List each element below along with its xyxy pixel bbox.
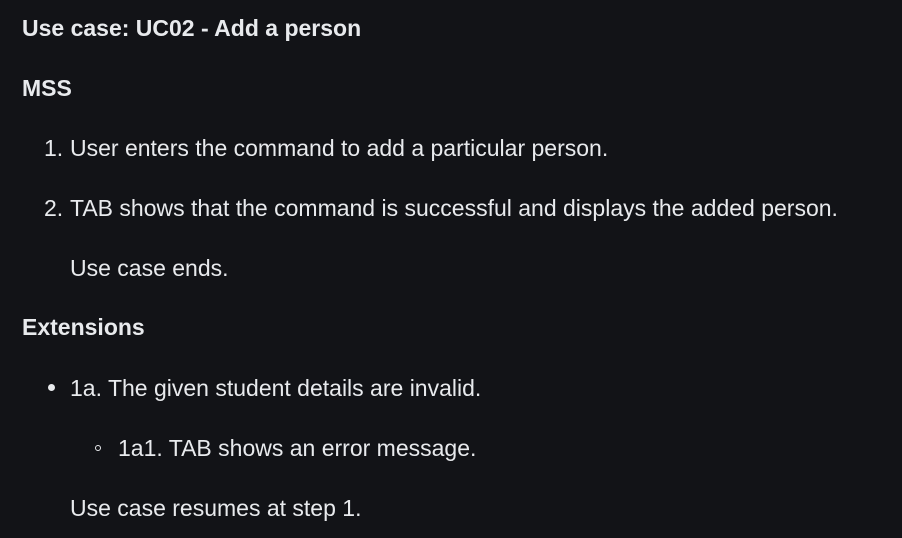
extension-text: 1a. The given student details are invali… — [70, 375, 482, 401]
step-text: TAB shows that the command is successful… — [70, 195, 838, 221]
extensions-heading: Extensions — [22, 314, 145, 340]
use-case-document: { "heading": "Use case: UC02 - Add a per… — [0, 0, 902, 538]
mss-heading: MSS — [22, 75, 72, 101]
extension-resume: Use case resumes at step 1. — [70, 495, 362, 521]
step-text: User enters the command to add a particu… — [70, 135, 609, 161]
step-number: 2. — [44, 195, 64, 221]
mss-ending: Use case ends. — [70, 255, 229, 281]
step-number: 1. — [44, 135, 64, 161]
bullet-circle-icon — [95, 445, 101, 451]
bullet-disc-icon — [48, 384, 55, 391]
extension-subitem-text: 1a1. TAB shows an error message. — [118, 435, 477, 461]
use-case-heading: Use case: UC02 - Add a person — [22, 15, 362, 41]
